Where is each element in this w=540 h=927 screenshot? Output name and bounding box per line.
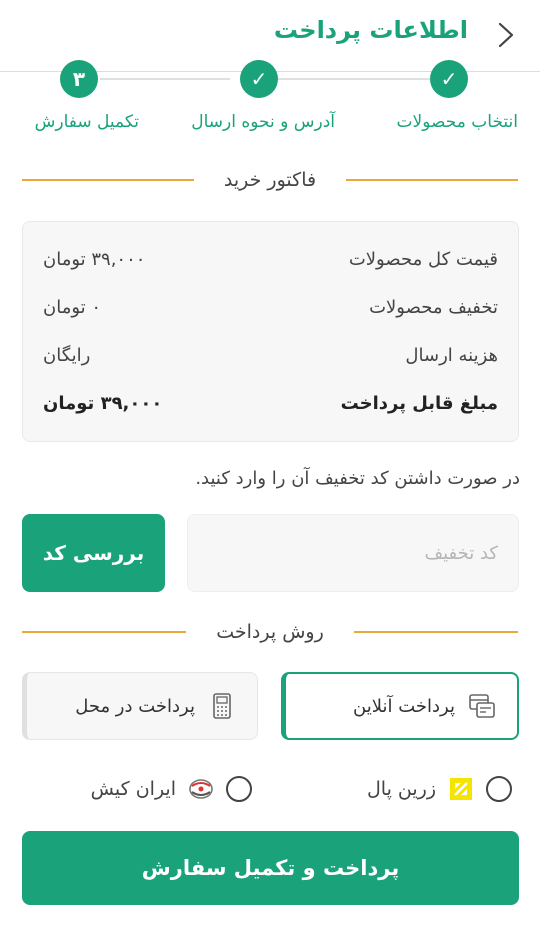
irankish-radio[interactable] [226,776,252,802]
payment-heading-text: روش پرداخت [216,621,324,643]
discount-code-input[interactable] [187,514,519,592]
irankish-label: ایران کیش [90,778,176,800]
page-title: اطلاعات پرداخت [273,16,468,44]
zarinpal-radio[interactable] [486,776,512,802]
invoice-row: هزینه ارسال رایگان [43,340,498,370]
check-code-button[interactable]: بررسی کد [22,514,165,592]
pay-on-site-option[interactable]: پرداخت در محل [22,672,258,740]
invoice-row-label: تخفیف محصولات [369,296,498,318]
invoice-total-row: مبلغ قابل پرداخت ۳۹,۰۰۰ تومان [43,388,498,418]
invoice-row-value: ۰ تومان [43,296,102,318]
divider-line [22,631,187,633]
step-connector [100,78,230,80]
invoice-heading: فاکتور خرید [21,165,518,195]
step-1-check-icon: ✓ [430,60,468,98]
step-connector [278,78,430,80]
zarinpal-label: زرین پال [366,778,436,800]
invoice-row-label: هزینه ارسال [405,344,498,366]
payment-heading: روش پرداخت [22,617,518,647]
step-1-label: انتخاب محصولات [396,112,518,132]
zarinpal-logo-icon [448,776,474,802]
invoice-heading-text: فاکتور خرید [223,169,317,191]
step-2-check-icon: ✓ [240,60,278,98]
pay-online-label: پرداخت آنلاین [353,695,455,717]
invoice-row-value: ۳۹,۰۰۰ تومان [43,248,146,270]
gateway-zarinpal[interactable]: زرین پال [367,772,512,806]
invoice-row-value: رایگان [43,344,91,366]
invoice-row: تخفیف محصولات ۰ تومان [43,292,498,322]
chevron-right-icon [498,22,514,48]
invoice-total-label: مبلغ قابل پرداخت [340,392,498,414]
checkout-stepper: ✓ انتخاب محصولات ✓ آدرس و نحوه ارسال ۳ ت… [0,60,540,140]
invoice-row: قیمت کل محصولات ۳۹,۰۰۰ تومان [43,244,498,274]
pay-on-site-label: پرداخت در محل [75,695,195,717]
gateway-irankish[interactable]: ایران کیش [91,772,252,806]
divider-line [21,179,194,181]
step-3-number: ۳ [60,60,98,98]
pos-terminal-icon [207,691,237,721]
divider-line [346,179,518,181]
step-2-label: آدرس و نحوه ارسال [191,112,335,132]
back-button[interactable] [492,20,518,50]
invoice-total-value: ۳۹,۰۰۰ تومان [43,392,163,414]
invoice-row-label: قیمت کل محصولات [348,248,498,270]
step-3-label: تکمیل سفارش [34,112,139,132]
pay-and-complete-button[interactable]: پرداخت و تکمیل سفارش [22,831,519,905]
pay-online-option[interactable]: پرداخت آنلاین [281,672,519,740]
invoice-card: قیمت کل محصولات ۳۹,۰۰۰ تومان تخفیف محصول… [22,221,519,442]
irankish-logo-icon [188,776,214,802]
divider-line [353,631,518,633]
credit-card-icon [467,691,497,721]
discount-hint: در صورت داشتن کد تخفیف آن را وارد کنید. [195,468,520,489]
